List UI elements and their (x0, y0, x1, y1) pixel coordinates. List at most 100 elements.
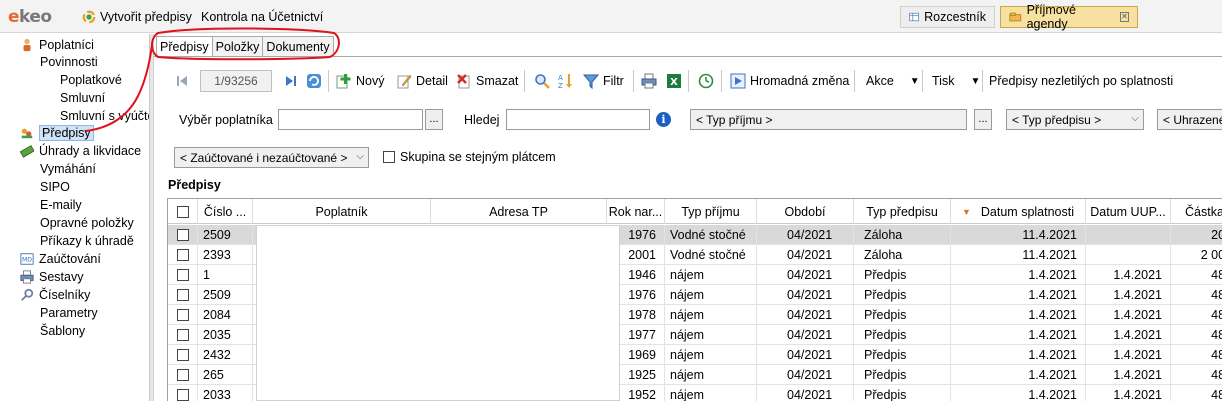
checkbox-icon[interactable] (176, 309, 189, 321)
tab-polozky[interactable]: Položky (211, 36, 264, 56)
sidebar-item-poplatkove[interactable]: Poplatkové (60, 71, 122, 89)
checkbox-icon[interactable] (176, 349, 189, 361)
checkbox-icon[interactable] (176, 369, 189, 381)
new-button[interactable]: Nový (336, 70, 384, 92)
tab-predpisy[interactable]: Předpisy (156, 36, 213, 56)
sidebar-item-prikazy[interactable]: Příkazy k úhradě (40, 232, 134, 250)
skip-last-icon (286, 76, 296, 86)
first-record-button[interactable] (174, 70, 190, 92)
row-checkbox-cell[interactable] (168, 325, 198, 345)
sidebar-item-vymahani[interactable]: Vymáhání (40, 160, 96, 178)
search-button[interactable] (534, 70, 550, 92)
skip-first-icon (177, 76, 187, 86)
history-button[interactable] (698, 70, 714, 92)
checkbox-icon[interactable] (176, 329, 189, 341)
column-header[interactable]: Částka (1171, 199, 1222, 224)
filter-button[interactable]: Filtr (583, 70, 624, 92)
pencil-icon (397, 74, 412, 89)
column-header[interactable]: Číslo ... (198, 199, 253, 224)
checkbox-icon[interactable] (176, 269, 189, 281)
sort-button[interactable]: AZ (557, 70, 573, 92)
sidebar-item-label: Smluvní (60, 91, 106, 105)
search-input[interactable] (506, 109, 650, 130)
sidebar-item-povinnosti[interactable]: Povinnosti (40, 53, 98, 71)
close-icon[interactable]: ✕ (1119, 12, 1130, 22)
sidebar-item-poplatnici[interactable]: Poplatníci (20, 36, 94, 54)
column-header[interactable]: Období (757, 199, 854, 224)
tab-dokumenty[interactable]: Dokumenty (262, 36, 334, 56)
row-checkbox-cell[interactable] (168, 345, 198, 365)
last-record-button[interactable] (283, 70, 299, 92)
column-header[interactable]: Poplatník (253, 199, 431, 224)
income-type-browse-button[interactable]: ... (974, 109, 992, 130)
svg-text:MD: MD (22, 257, 32, 264)
sidebar-item-predpisy[interactable]: Předpisy (20, 124, 94, 142)
payer-browse-button[interactable]: ... (425, 109, 443, 130)
sidebar-item-ciselniky[interactable]: Číselníky (20, 286, 90, 304)
row-checkbox-cell[interactable] (168, 305, 198, 325)
sidebar-item-parametry[interactable]: Parametry (40, 304, 98, 322)
sidebar-item-sipo[interactable]: SIPO (40, 178, 70, 196)
column-header[interactable]: Rok nar... (607, 199, 665, 224)
checkbox-icon[interactable] (176, 229, 189, 241)
accounting-check-button[interactable]: Kontrola na Účetnictví (201, 8, 323, 26)
income-type-field[interactable]: < Typ příjmu > (690, 109, 967, 130)
sidebar-item-zauctovani[interactable]: MD Zaúčtování (20, 250, 101, 268)
table-header: Číslo ... Poplatník Adresa TP Rok nar...… (168, 199, 1222, 224)
row-checkbox-cell[interactable] (168, 365, 198, 385)
sidebar-item-sablony[interactable]: Šablony (40, 322, 85, 340)
bulk-change-button[interactable]: Hromadná změna (730, 70, 849, 92)
row-checkbox-cell[interactable] (168, 265, 198, 285)
row-checkbox-cell[interactable] (168, 385, 198, 401)
checkbox-icon[interactable] (176, 205, 189, 218)
refresh-button[interactable] (306, 70, 322, 92)
row-checkbox-cell[interactable] (168, 285, 198, 305)
column-header[interactable]: Typ předpisu (854, 199, 951, 224)
sidebar-item-smluvni-vyuctovani[interactable]: Smluvní s vyúčto (60, 107, 149, 125)
payer-input[interactable] (278, 109, 423, 130)
minors-overdue-button[interactable]: Předpisy nezletilých po splatnosti (989, 70, 1173, 92)
actions-dropdown[interactable]: Akce ▼ (866, 70, 920, 92)
column-header-sorted[interactable]: ▼ Datum splatnosti (951, 199, 1086, 224)
sidebar-item-uhrady[interactable]: Úhrady a likvidace (20, 142, 141, 160)
info-icon[interactable]: i (656, 112, 671, 127)
column-header[interactable]: Adresa TP (431, 199, 607, 224)
tab-prijmove-agendy[interactable]: Příjmové agendy ✕ (1000, 3, 1138, 31)
row-checkbox-cell[interactable] (168, 245, 198, 265)
delete-button[interactable]: Smazat (456, 70, 518, 92)
cell-typ-predpisu: Předpis (854, 385, 951, 401)
refresh-icon (307, 74, 321, 88)
column-header[interactable]: Typ příjmu (665, 199, 757, 224)
tab-rozcestnik[interactable]: Rozcestník (900, 6, 995, 28)
cell-typ-predpisu: Záloha (854, 245, 951, 265)
sidebar-splitter[interactable] (150, 34, 154, 401)
print-dropdown[interactable]: Tisk ▼ (932, 70, 980, 92)
checkbox-icon[interactable] (176, 289, 189, 301)
delete-icon (457, 74, 470, 89)
toolbar-separator (328, 70, 329, 92)
detail-button[interactable]: Detail (396, 70, 448, 92)
cell-castka: 483 (1171, 305, 1222, 325)
print-button[interactable] (641, 70, 657, 92)
create-prescriptions-button[interactable]: Vytvořit předpisy (82, 8, 192, 26)
paid-status-select[interactable]: < Uhrazené (1157, 109, 1222, 130)
checkbox-icon[interactable] (176, 249, 189, 261)
cell-splatnost: 1.4.2021 (951, 325, 1086, 345)
sidebar-item-smluvni[interactable]: Smluvní (60, 89, 105, 107)
prescription-type-select[interactable]: < Typ předpisu > ⌵ (1006, 109, 1144, 130)
checkbox-icon[interactable] (176, 389, 189, 401)
printer-icon (641, 73, 657, 89)
group-same-payer-label: Skupina se stejným plátcem (400, 150, 556, 164)
sidebar-item-sestavy[interactable]: Sestavy (20, 268, 83, 286)
sidebar-item-emaily[interactable]: E-maily (40, 196, 82, 214)
column-header[interactable]: Datum UUP... (1086, 199, 1171, 224)
cell-uup: 1.4.2021 (1086, 365, 1171, 385)
sidebar-item-opravne-polozky[interactable]: Opravné položky (40, 214, 134, 232)
accounting-status-select[interactable]: < Zaúčtované i nezaúčtované > ⌵ (174, 147, 369, 168)
checkbox-icon[interactable] (383, 151, 395, 163)
row-checkbox-cell[interactable] (168, 225, 198, 245)
select-all-cell[interactable] (168, 199, 198, 224)
cell-uup (1086, 245, 1171, 265)
excel-export-button[interactable]: X (666, 70, 682, 92)
group-same-payer-checkbox[interactable]: Skupina se stejným plátcem (383, 150, 556, 164)
